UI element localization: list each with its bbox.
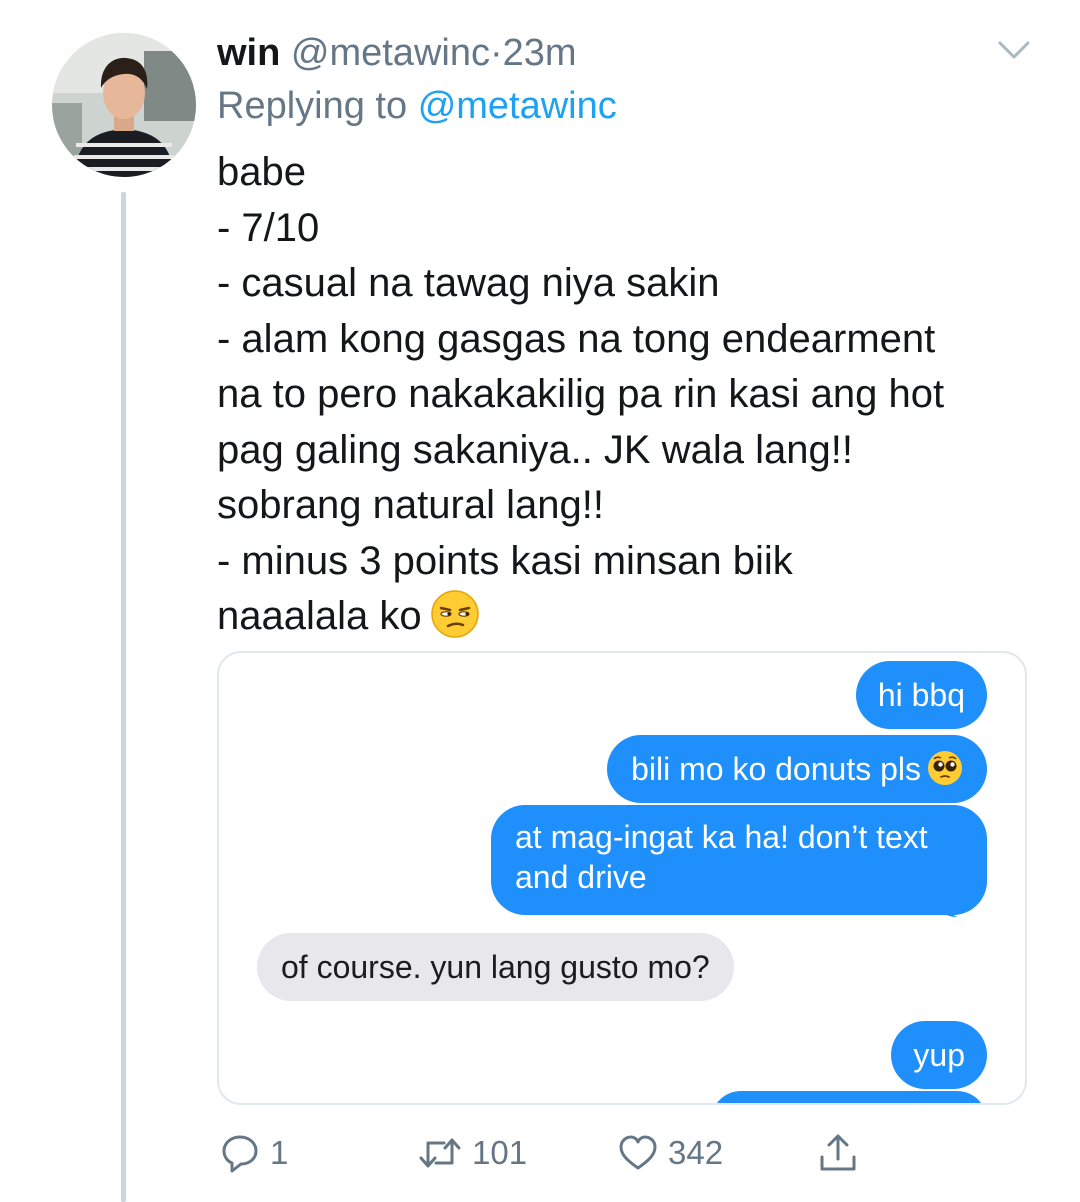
message-bubble-sent: hi bbq (855, 661, 987, 729)
message-text: of course. yun lang gusto mo? (281, 949, 710, 985)
like-icon (619, 1135, 657, 1170)
tweet-header: win @metawinc·23m (217, 30, 577, 76)
message-bubble-sent: yup (891, 1021, 987, 1089)
tweet-line: sobrang natural lang!! (217, 483, 604, 527)
tweet-line-last: naaalala ko (217, 589, 1037, 645)
share-button[interactable] (818, 1128, 858, 1178)
pleading-face-emoji (928, 751, 962, 785)
tweet-line: babe (217, 150, 306, 194)
message-bubble-partial (711, 1091, 987, 1103)
tweet-line: - casual na tawag niya sakin (217, 261, 720, 305)
message-text: bili mo ko donuts pls (631, 751, 921, 787)
reply-icon (222, 1135, 258, 1173)
replying-to: Replying to @metawinc (217, 83, 617, 129)
retweet-button[interactable]: 101 (418, 1128, 527, 1178)
message-bubble-sent: bili mo ko donuts pls (607, 735, 987, 803)
retweet-count: 101 (472, 1134, 528, 1171)
message-text: hi bbq (877, 677, 965, 713)
message-bubble-sent: at mag-ingat ka ha! don’t text and drive (491, 805, 987, 917)
message-text: yup (913, 1037, 965, 1073)
display-name[interactable]: win (217, 32, 280, 74)
timestamp[interactable]: 23m (503, 32, 577, 74)
retweet-icon (419, 1138, 461, 1168)
bubble-tail (941, 897, 957, 917)
unamused-face-emoji (430, 590, 479, 638)
avatar[interactable] (52, 33, 196, 177)
message-text: at mag-ingat ka ha! don’t text and drive (515, 819, 928, 895)
share-icon (820, 1134, 856, 1171)
like-count: 342 (668, 1134, 724, 1171)
tweet-actions: 1 101 342 (0, 1128, 1080, 1178)
reply-count: 1 (270, 1134, 289, 1171)
user-handle[interactable]: @metawinc (291, 32, 490, 74)
chevron-down-icon[interactable] (996, 36, 1032, 64)
tweet-line: pag galing sakaniya.. JK wala lang!! (217, 427, 853, 472)
replying-prefix: Replying to (217, 85, 408, 127)
attached-screenshot[interactable]: hi bbq bili mo ko donuts pls at mag-inga… (217, 651, 1027, 1105)
replying-mention-link[interactable]: @metawinc (418, 85, 617, 127)
like-button[interactable]: 342 (618, 1128, 723, 1178)
thread-line (121, 192, 126, 1202)
message-bubble-received: of course. yun lang gusto mo? (257, 933, 734, 1001)
tweet-text: babe - 7/10 - casual na tawag niya sakin… (217, 145, 1037, 645)
avatar-photo (52, 33, 196, 177)
separator-dot: · (489, 32, 503, 74)
tweet-line: - minus 3 points kasi minsan biik (217, 538, 793, 583)
tweet-line: - alam kong gasgas na tong endearment (217, 316, 936, 361)
tweet-line: - 7/10 (217, 205, 320, 250)
tweet-line: naaalala ko (217, 594, 422, 638)
reply-button[interactable]: 1 (220, 1128, 288, 1178)
tweet-line: na to pero nakakakilig pa rin kasi ang h… (217, 372, 945, 416)
